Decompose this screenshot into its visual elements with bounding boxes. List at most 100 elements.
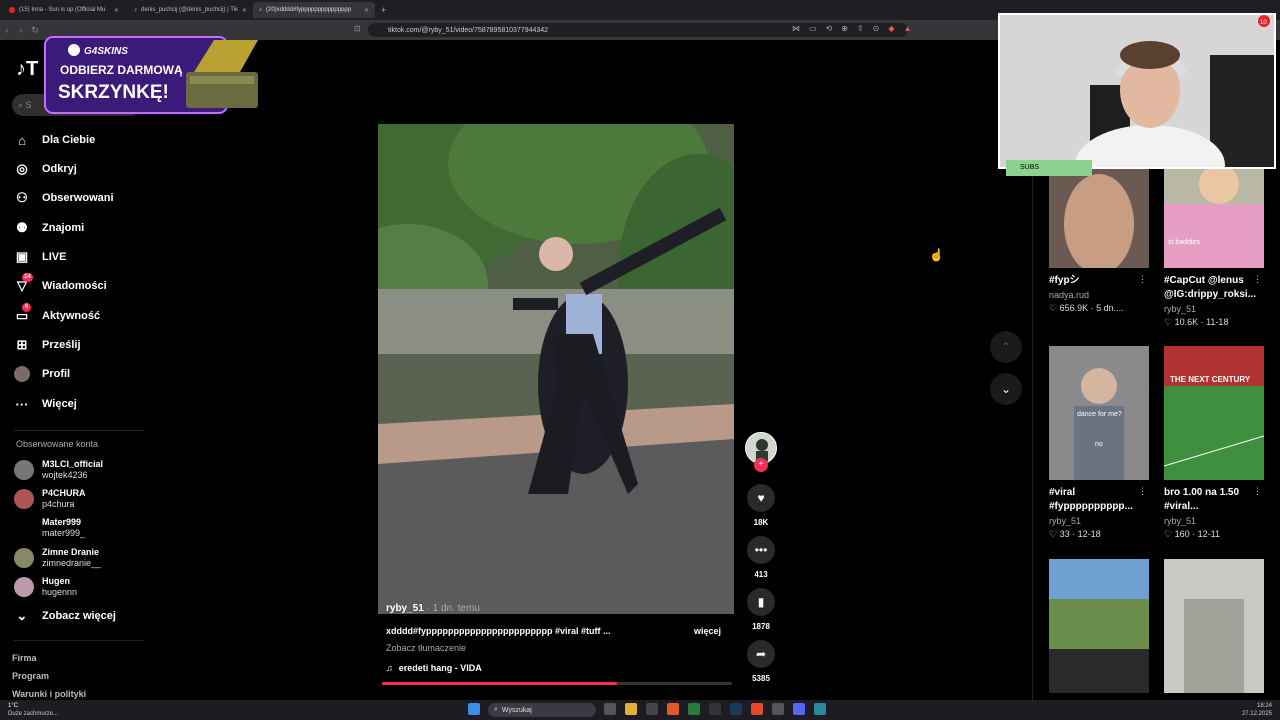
nav-profil[interactable]: Profil <box>14 363 70 385</box>
see-more-button[interactable]: ⌄ Zobacz więcej <box>14 605 116 627</box>
close-icon[interactable]: ✕ <box>242 7 247 14</box>
video-card[interactable] <box>1049 559 1149 693</box>
tab-tiktok-video[interactable]: ♪ (20)xdddd#fyppppppppppppppp ✕ <box>253 2 375 18</box>
terminal-icon[interactable] <box>646 703 658 715</box>
firefox-icon[interactable] <box>667 703 679 715</box>
bookmark-icon[interactable]: ⊡ <box>354 24 361 33</box>
steam-icon[interactable] <box>730 703 742 715</box>
save-button[interactable]: ▮ 1878 <box>745 588 777 631</box>
tab-youtube[interactable]: (15) Inna - Sun is up (Official Mu ✕ <box>3 2 125 18</box>
video-caption: xdddd#fyppppppppppppppppppppppp #viral #… <box>386 626 611 636</box>
more-options-icon[interactable]: ⋮ <box>1253 274 1262 285</box>
footer-link[interactable]: Firma <box>12 653 37 663</box>
taskbar-search[interactable]: ⌕ Wyszukaj <box>488 703 596 717</box>
tiktok-logo[interactable]: ♪T <box>16 58 38 81</box>
more-options-icon[interactable]: ⋮ <box>1138 486 1147 497</box>
windows-start-icon[interactable] <box>468 703 480 715</box>
followed-account[interactable]: Mater999 mater999_ <box>14 517 85 539</box>
followed-account[interactable]: Zimne Dranie zimnedranie__ <box>14 547 101 569</box>
thumb-overlay-text: THE NEXT CENTURY <box>1170 375 1251 384</box>
reload-icon[interactable]: ↻ <box>28 25 42 36</box>
previous-video-button[interactable]: ⌃ <box>990 331 1022 363</box>
nav-dla-ciebie[interactable]: ⌂ Dla Ciebie <box>14 129 95 151</box>
thumb-overlay-text: dance for me? <box>1077 411 1122 418</box>
app-icon[interactable] <box>772 703 784 715</box>
more-options-icon[interactable]: ⋮ <box>1253 486 1262 497</box>
more-icon: ··· <box>15 396 29 412</box>
nav-live[interactable]: ▣ LIVE <box>14 246 67 268</box>
close-icon[interactable]: ✕ <box>114 7 119 14</box>
account-handle: wojtek4236 <box>42 470 88 480</box>
nav-wiadomosci[interactable]: ▽ 14 Wiadomości <box>14 273 107 297</box>
weather-widget[interactable]: 1°C Duże zachmurze... <box>8 702 58 718</box>
nav-wiecej[interactable]: ··· Więcej <box>14 393 77 415</box>
next-video-button[interactable]: ⌄ <box>990 373 1022 405</box>
brave-icon[interactable] <box>751 703 763 715</box>
webcam-overlay: 10 <box>998 13 1276 169</box>
forward-icon[interactable]: › <box>14 25 28 35</box>
translate-link[interactable]: Zobacz tłumaczenie <box>386 643 466 653</box>
brave-rewards-icon[interactable]: ▲ <box>904 24 912 33</box>
brave-shield-icon[interactable]: ◆ <box>888 24 894 33</box>
footer-link[interactable]: Warunki i polityki <box>12 689 86 699</box>
comment-button[interactable]: ••• 413 <box>745 536 777 579</box>
card-stats-text: 160 · 12-11 <box>1174 529 1220 539</box>
music-link[interactable]: ♫ eredeti hang - VIDA <box>386 663 482 673</box>
task-view-icon[interactable] <box>604 703 616 715</box>
extension-icon[interactable]: ⊙ <box>873 24 880 33</box>
followed-account[interactable]: M3LCI_official wojtek4236 <box>14 459 103 481</box>
nav-odkryj[interactable]: ◎ Odkryj <box>14 158 77 180</box>
zoom-icon[interactable]: ⊕ <box>841 24 848 33</box>
nav-przeslij[interactable]: ⊞ Prześlij <box>14 334 81 356</box>
followed-accounts-title: Obserwowane konta <box>16 439 99 449</box>
discord-icon[interactable] <box>793 703 805 715</box>
card-stats: ♡ 10.6K · 11-18 <box>1164 317 1264 328</box>
video-progress-bar[interactable] <box>382 682 732 685</box>
creator-avatar-button[interactable]: + <box>745 432 777 472</box>
pinned-apps <box>604 703 826 715</box>
extension-icon[interactable]: ▭ <box>809 24 817 33</box>
video-card[interactable] <box>1164 559 1264 693</box>
like-button[interactable]: ♥ 18K <box>745 484 777 527</box>
app-icon[interactable] <box>709 703 721 715</box>
more-options-icon[interactable]: ⋮ <box>1138 274 1147 285</box>
video-thumbnail <box>1049 559 1149 693</box>
video-card[interactable]: dance for me? no #viral #fypppppppppp... … <box>1049 346 1149 540</box>
follow-plus-icon[interactable]: + <box>754 458 768 472</box>
xbox-icon[interactable] <box>688 703 700 715</box>
subs-label: SUBS <box>1006 160 1092 176</box>
music-note-icon: ♫ <box>386 663 393 673</box>
tab-tiktok-profile[interactable]: ♪ denis_puchcij (@denis_puchcij) | Tik ✕ <box>128 2 250 18</box>
music-title: eredeti hang - VIDA <box>398 663 482 673</box>
nav-aktywnosc[interactable]: ▭ 6 Aktywność <box>14 303 100 327</box>
nav-obserwowani[interactable]: ⚇ Obserwowani <box>14 187 113 209</box>
video-thumbnail: dance for me? no <box>1049 346 1149 480</box>
followed-account[interactable]: P4CHURA p4chura <box>14 488 86 510</box>
more-button[interactable]: więcej <box>694 626 721 636</box>
close-icon[interactable]: ✕ <box>364 7 369 14</box>
promo-banner[interactable]: G4SKINS ODBIERZ DARMOWĄ SKRZYNKĘ! <box>44 36 264 114</box>
file-explorer-icon[interactable] <box>625 703 637 715</box>
avatar <box>14 577 34 597</box>
activity-badge: 6 <box>22 303 31 312</box>
nav-znajomi[interactable]: ⚉ Znajomi <box>14 217 84 239</box>
video-card[interactable]: THE NEXT CENTURY bro 1.00 na 1.50 #viral… <box>1164 346 1264 540</box>
video-player[interactable] <box>378 124 734 614</box>
following-icon: ⚇ <box>16 190 28 205</box>
heart-icon: ♡ <box>1049 529 1060 539</box>
card-user: ryby_51 <box>1049 516 1082 526</box>
share-button[interactable]: ➦ 5385 <box>745 640 777 683</box>
translate-icon[interactable]: ⟲ <box>826 24 833 33</box>
back-icon[interactable]: ‹ <box>0 25 14 35</box>
card-stats-text: 656.9K · 5 dn.... <box>1059 303 1124 313</box>
tray-date: 27.12.2025 <box>1241 711 1272 717</box>
card-user: nadya.rud <box>1049 290 1090 300</box>
video-author-line[interactable]: ryby_51 · 1 dn. temu <box>386 603 480 614</box>
new-tab-button[interactable]: + <box>381 5 386 15</box>
share-icon[interactable]: ⇪ <box>857 24 864 33</box>
system-tray[interactable]: 18:24 27.12.2025 <box>1242 702 1272 718</box>
app-icon[interactable] <box>814 703 826 715</box>
extension-icon[interactable]: ⋈ <box>792 24 800 33</box>
followed-account[interactable]: Hugen hugennn <box>14 576 77 598</box>
footer-link[interactable]: Program <box>12 671 49 681</box>
